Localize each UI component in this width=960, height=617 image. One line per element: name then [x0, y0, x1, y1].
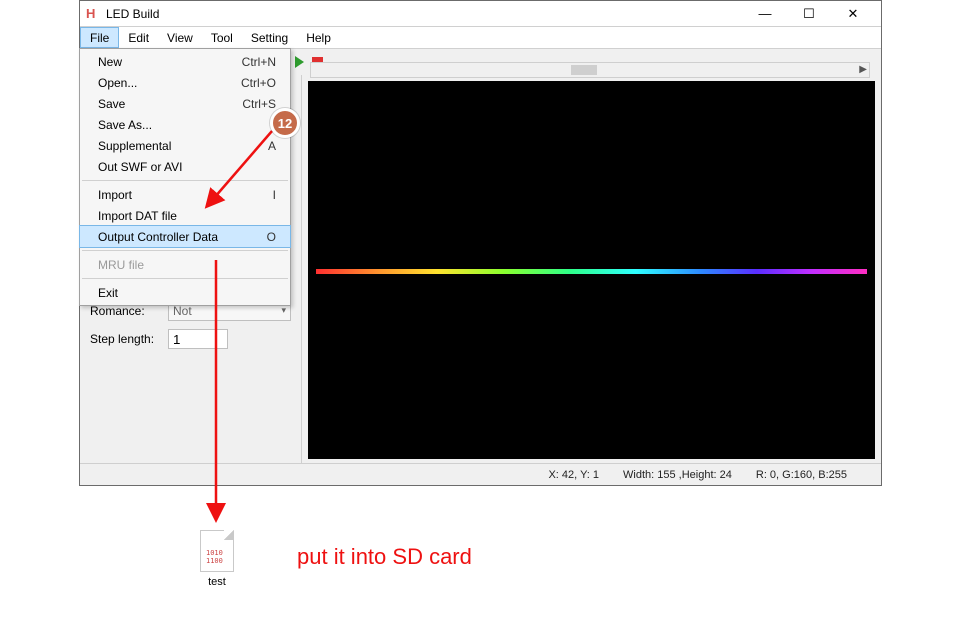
scrollbar-thumb[interactable]	[571, 65, 597, 75]
status-position: X: 42, Y: 1	[548, 469, 599, 481]
file-menu-output-controller-data[interactable]: Output Controller Data O	[80, 226, 290, 247]
step-length-input[interactable]	[168, 329, 228, 349]
menu-view[interactable]: View	[158, 27, 202, 48]
status-rgb: R: 0, G:160, B:255	[756, 469, 847, 481]
scrollbar-right-arrow-icon[interactable]: ▶	[859, 64, 867, 75]
menu-tool[interactable]: Tool	[202, 27, 242, 48]
file-menu-open[interactable]: Open... Ctrl+O	[80, 72, 290, 93]
output-file-icon[interactable]: 1010 1100 test	[193, 530, 241, 588]
window-title: LED Build	[106, 7, 159, 21]
annotation-instruction-text: put it into SD card	[297, 544, 472, 570]
menu-setting[interactable]: Setting	[242, 27, 297, 48]
binary-file-icon: 1010 1100	[200, 530, 234, 572]
romance-label: Romance:	[90, 304, 162, 318]
output-file-name: test	[193, 576, 241, 588]
led-strip-preview	[316, 269, 867, 274]
maximize-button[interactable]: ☐	[787, 1, 831, 27]
menu-file[interactable]: File	[80, 27, 119, 48]
titlebar: H LED Build — ☐ ✕	[80, 1, 881, 27]
step-length-row: Step length:	[90, 329, 291, 349]
file-menu-mru: MRU file	[80, 254, 290, 275]
romance-value: Not	[173, 304, 192, 318]
file-menu-supplemental[interactable]: Supplemental A	[80, 135, 290, 156]
app-icon: H	[86, 7, 100, 21]
statusbar: X: 42, Y: 1 Width: 155 ,Height: 24 R: 0,…	[80, 463, 881, 485]
preview-canvas[interactable]	[308, 81, 875, 459]
annotation-step-badge: 12	[270, 108, 300, 138]
chevron-down-icon: ▾	[281, 305, 286, 316]
step-length-label: Step length:	[90, 332, 162, 346]
file-menu-import[interactable]: Import I	[80, 184, 290, 205]
menubar: File Edit View Tool Setting Help	[80, 27, 881, 49]
file-menu-save[interactable]: Save Ctrl+S	[80, 93, 290, 114]
file-menu-new[interactable]: New Ctrl+N	[80, 51, 290, 72]
canvas-area	[302, 75, 881, 463]
close-button[interactable]: ✕	[831, 1, 875, 27]
menu-separator	[82, 250, 288, 251]
menu-help[interactable]: Help	[297, 27, 340, 48]
play-icon[interactable]	[295, 56, 304, 68]
top-horizontal-scrollbar[interactable]: ▶	[310, 62, 870, 78]
file-menu-exit[interactable]: Exit	[80, 282, 290, 303]
status-size: Width: 155 ,Height: 24	[623, 469, 732, 481]
file-menu-out-swf-avi[interactable]: Out SWF or AVI	[80, 156, 290, 177]
file-menu-import-dat[interactable]: Import DAT file	[80, 205, 290, 226]
menu-separator	[82, 180, 288, 181]
minimize-button[interactable]: —	[743, 1, 787, 27]
menu-edit[interactable]: Edit	[119, 27, 158, 48]
file-menu-dropdown: New Ctrl+N Open... Ctrl+O Save Ctrl+S Sa…	[79, 48, 291, 306]
menu-separator	[82, 278, 288, 279]
file-menu-save-as[interactable]: Save As...	[80, 114, 290, 135]
